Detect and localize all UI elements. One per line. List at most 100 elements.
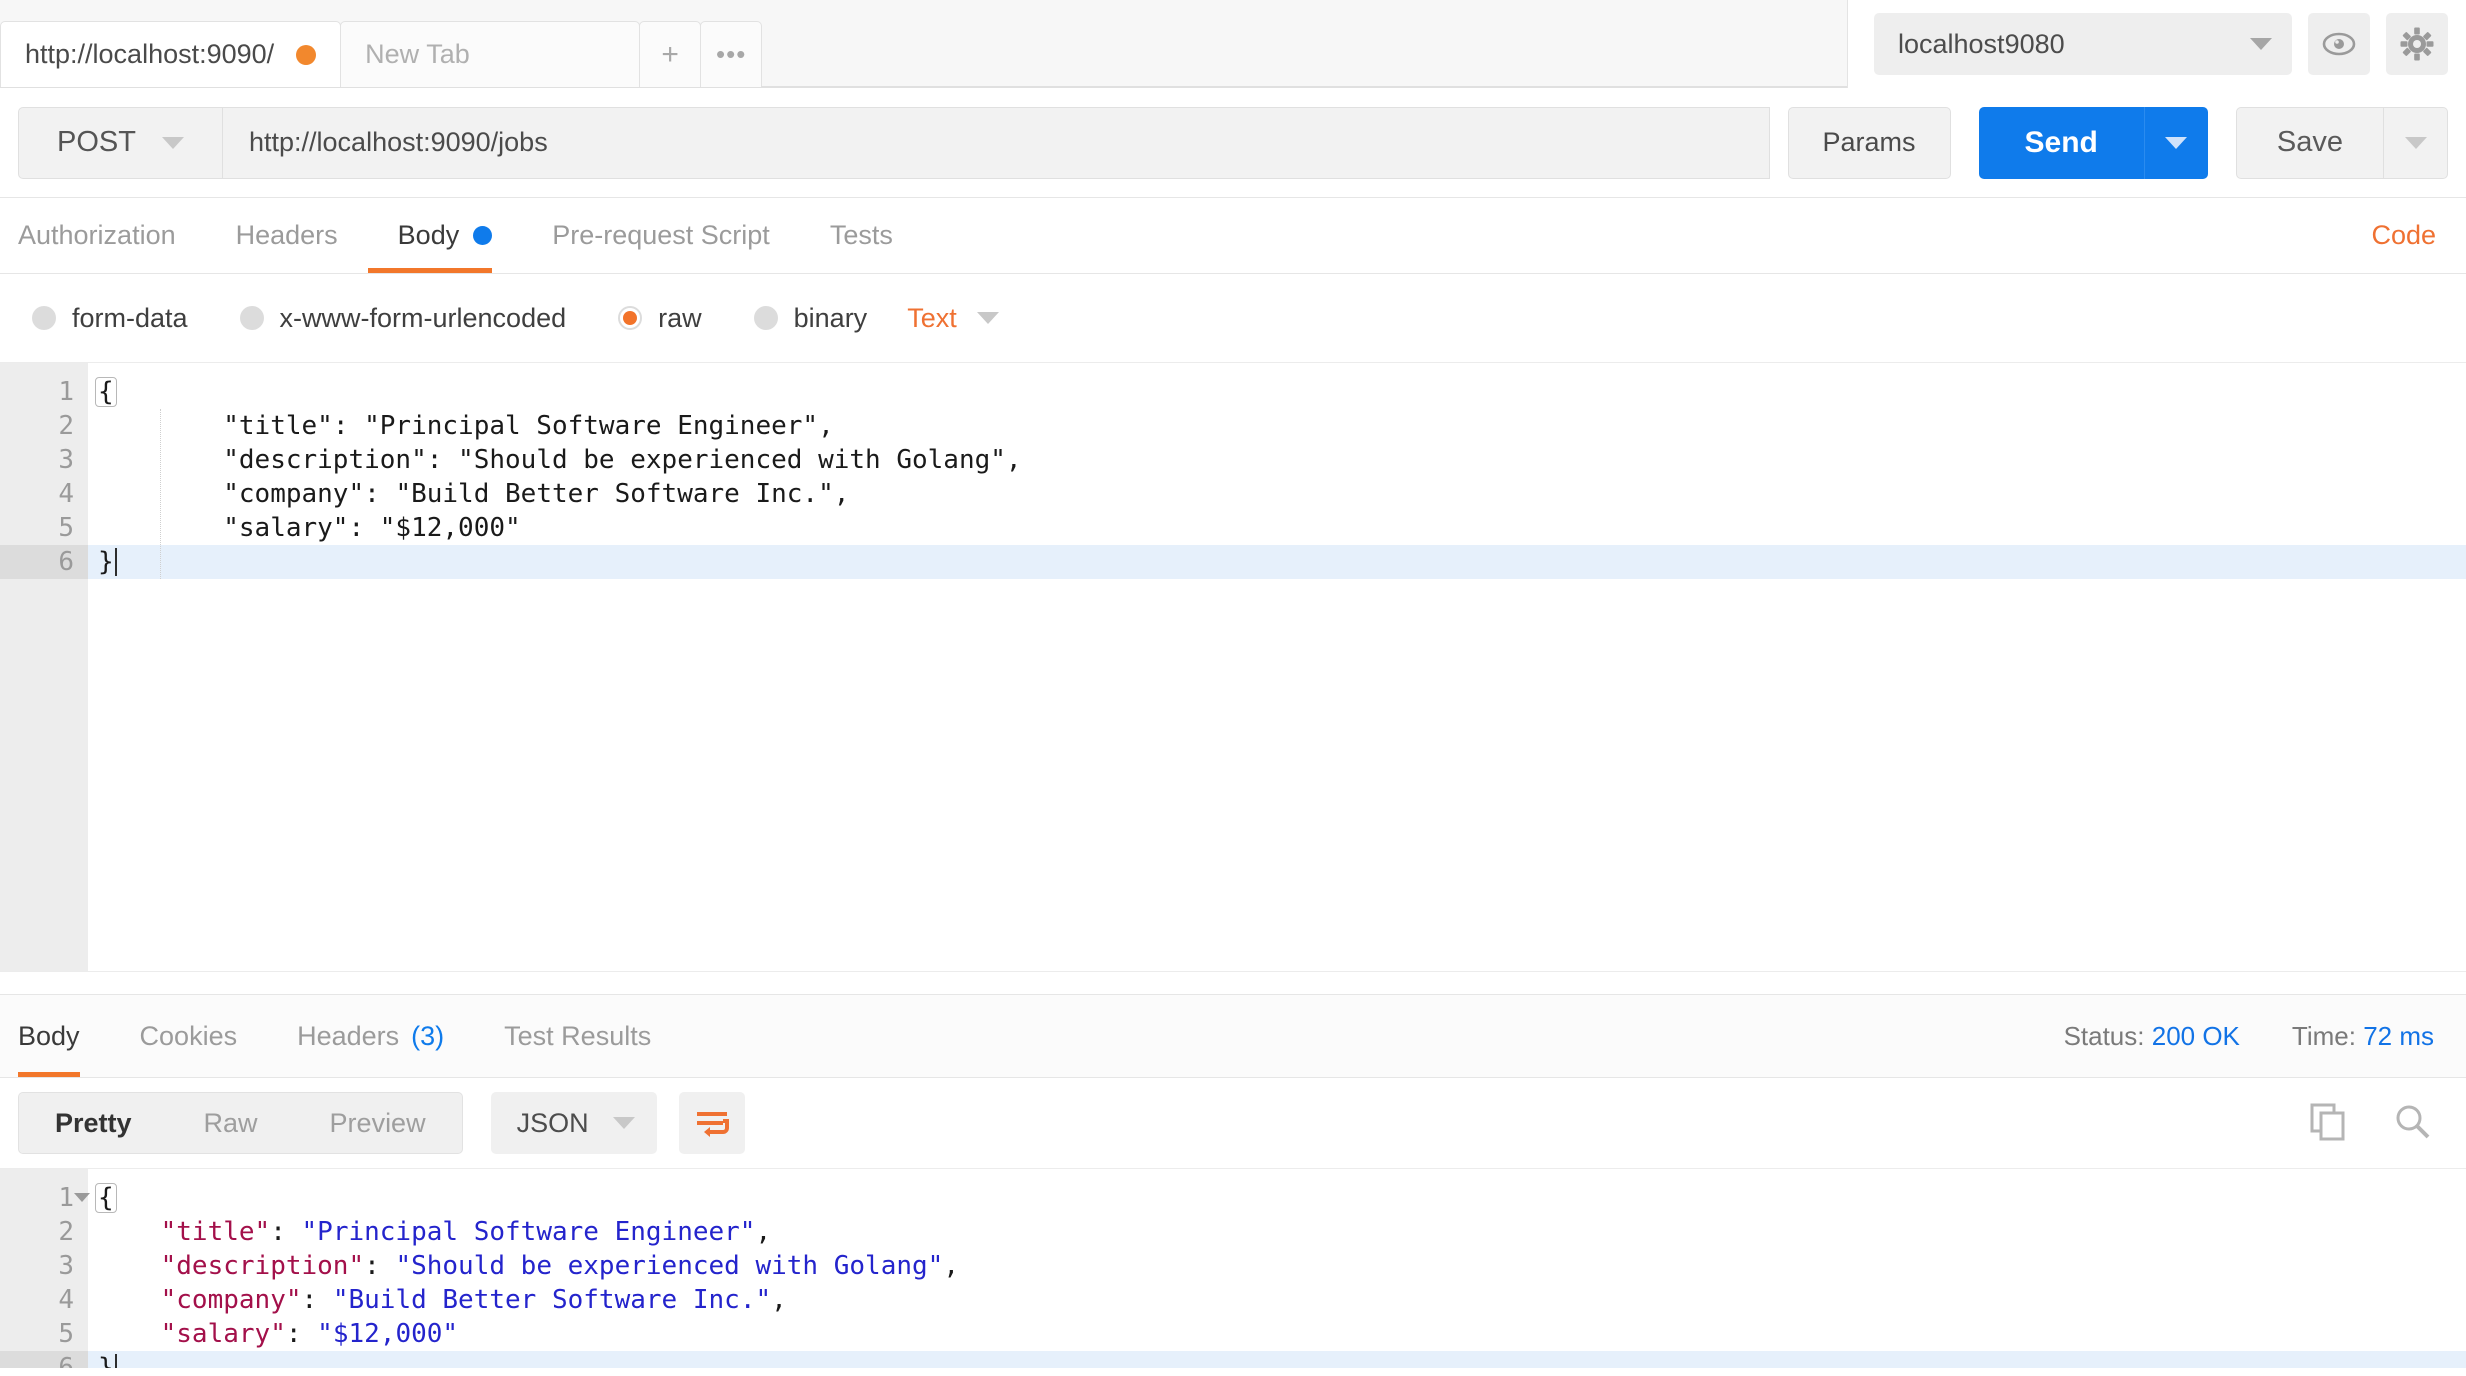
code-open-brace: { bbox=[95, 377, 117, 407]
tab-authorization-label: Authorization bbox=[18, 220, 176, 250]
tab-body[interactable]: Body bbox=[367, 198, 523, 273]
request-tab-1[interactable]: New Tab bbox=[340, 21, 641, 87]
code-comma: , bbox=[833, 479, 850, 509]
request-body-editor[interactable]: 1 2 3 4 5 6 { "title": "Principal Softwa… bbox=[0, 362, 2466, 972]
tab-headers[interactable]: Headers bbox=[206, 198, 368, 273]
line-number-active: 6 bbox=[0, 1351, 88, 1368]
response-view-raw[interactable]: Raw bbox=[168, 1093, 294, 1153]
response-view-switcher: Pretty Raw Preview bbox=[18, 1092, 463, 1154]
tab-options-button[interactable]: ••• bbox=[700, 21, 763, 87]
response-tab-headers[interactable]: Headers (3) bbox=[267, 995, 474, 1077]
response-body-viewer[interactable]: 1 2 3 4 5 6 { "title": "Principal Softwa… bbox=[0, 1168, 2466, 1368]
code-key: "company" bbox=[160, 1285, 302, 1315]
response-meta: Status: 200 OK Time: 72 ms bbox=[2064, 995, 2434, 1077]
chevron-down-icon bbox=[976, 312, 999, 324]
response-format-selector[interactable]: JSON bbox=[490, 1092, 657, 1154]
response-tab-test-results[interactable]: Test Results bbox=[474, 995, 681, 1077]
response-tab-body[interactable]: Body bbox=[18, 995, 110, 1077]
http-method-selector[interactable]: POST bbox=[18, 106, 223, 179]
code-colon: : bbox=[332, 411, 365, 441]
code-value: "Principal Software Engineer" bbox=[364, 411, 819, 441]
code-colon: : bbox=[364, 479, 396, 509]
save-button-label: Save bbox=[2276, 126, 2343, 158]
code-value: "Principal Software Engineer" bbox=[301, 1217, 756, 1247]
http-method-label: POST bbox=[57, 126, 136, 158]
body-mode-raw-label: raw bbox=[658, 302, 702, 333]
body-mode-form-data[interactable]: form-data bbox=[32, 303, 188, 334]
environment-quick-look-button[interactable] bbox=[2308, 13, 2370, 75]
request-editor-code[interactable]: { "title": "Principal Software Engineer"… bbox=[88, 363, 2466, 971]
search-response-button[interactable] bbox=[2392, 1101, 2432, 1146]
tab-pre-request-script-label: Pre-request Script bbox=[552, 220, 770, 250]
tab-tests[interactable]: Tests bbox=[800, 198, 923, 273]
response-toolbar: Pretty Raw Preview JSON bbox=[0, 1078, 2466, 1168]
code-value: "Build Better Software Inc." bbox=[332, 1285, 772, 1315]
params-button[interactable]: Params bbox=[1787, 106, 1951, 179]
body-mode-raw[interactable]: raw bbox=[618, 303, 702, 334]
line-number: 4 bbox=[58, 479, 74, 509]
time-value[interactable]: 72 ms bbox=[2363, 1021, 2434, 1051]
save-options-button[interactable] bbox=[2384, 106, 2448, 179]
save-button-group: Save bbox=[2235, 106, 2448, 179]
line-number: 2 bbox=[58, 411, 74, 441]
code-colon: : bbox=[301, 1285, 333, 1315]
code-comma: , bbox=[771, 1285, 787, 1315]
code-colon: : bbox=[270, 1217, 302, 1247]
request-tab-1-label: New Tab bbox=[365, 39, 470, 69]
request-url-input[interactable]: http://localhost:9090/jobs bbox=[223, 106, 1770, 179]
line-number-text: 1 bbox=[58, 1183, 74, 1213]
tab-body-label: Body bbox=[397, 220, 460, 250]
radio-icon bbox=[239, 306, 264, 330]
response-tab-test-results-label: Test Results bbox=[504, 1020, 652, 1051]
response-tab-cookies[interactable]: Cookies bbox=[110, 995, 268, 1077]
settings-button[interactable] bbox=[2386, 13, 2448, 75]
request-tab-0-label: http://localhost:9090/ bbox=[25, 39, 275, 69]
code-line: { bbox=[88, 375, 2466, 409]
status-value[interactable]: 200 OK bbox=[2152, 1021, 2240, 1051]
response-editor-code[interactable]: { "title": "Principal Software Engineer"… bbox=[88, 1169, 2466, 1368]
code-line: "description": "Should be experienced wi… bbox=[88, 1249, 2466, 1283]
chevron-down-icon bbox=[161, 136, 184, 149]
code-colon: : bbox=[348, 513, 380, 543]
code-key: "title" bbox=[223, 411, 333, 441]
copy-response-button[interactable] bbox=[2308, 1101, 2348, 1146]
request-tab-0[interactable]: http://localhost:9090/ bbox=[0, 21, 342, 87]
send-options-button[interactable] bbox=[2143, 106, 2208, 179]
radio-icon bbox=[32, 306, 56, 330]
environment-selector[interactable]: localhost9080 bbox=[1874, 13, 2292, 75]
code-key: "company" bbox=[223, 479, 365, 509]
code-comma: , bbox=[1005, 445, 1022, 475]
code-close-brace: } bbox=[98, 547, 114, 577]
content-type-selector[interactable]: Text bbox=[907, 303, 999, 334]
response-view-pretty[interactable]: Pretty bbox=[19, 1093, 168, 1153]
code-comma: , bbox=[755, 1217, 772, 1247]
line-number: 5 bbox=[58, 1319, 74, 1349]
code-line: "title": "Principal Software Engineer", bbox=[88, 409, 2466, 443]
code-key: "salary" bbox=[160, 1319, 286, 1349]
tab-pre-request-script[interactable]: Pre-request Script bbox=[522, 198, 800, 273]
send-button[interactable]: Send bbox=[1978, 106, 2144, 179]
new-tab-button[interactable]: + bbox=[639, 21, 702, 87]
tab-authorization[interactable]: Authorization bbox=[18, 198, 206, 273]
generate-code-link[interactable]: Code bbox=[2371, 198, 2436, 273]
url-bar: POST http://localhost:9090/jobs Params S… bbox=[0, 88, 2466, 198]
body-mode-binary[interactable]: binary bbox=[753, 303, 867, 334]
body-mode-urlencoded[interactable]: x-www-form-urlencoded bbox=[239, 303, 566, 334]
line-number: 5 bbox=[58, 513, 74, 543]
response-view-preview[interactable]: Preview bbox=[294, 1093, 462, 1153]
panel-divider[interactable] bbox=[0, 972, 2466, 994]
save-button[interactable]: Save bbox=[2235, 106, 2384, 179]
response-format-label: JSON bbox=[516, 1107, 589, 1138]
tab-bar: http://localhost:9090/ New Tab + ••• loc… bbox=[0, 0, 2466, 88]
ellipsis-icon: ••• bbox=[716, 39, 747, 69]
code-close-brace: } bbox=[98, 1353, 114, 1368]
response-view-preview-label: Preview bbox=[329, 1107, 426, 1138]
chevron-down-icon bbox=[2404, 136, 2427, 149]
word-wrap-button[interactable] bbox=[678, 1092, 745, 1154]
text-cursor bbox=[114, 1354, 117, 1368]
code-value: "$12,000" bbox=[379, 513, 521, 543]
code-colon: : bbox=[364, 1251, 396, 1281]
line-number: 4 bbox=[58, 1285, 74, 1315]
chevron-down-icon bbox=[2165, 136, 2188, 149]
